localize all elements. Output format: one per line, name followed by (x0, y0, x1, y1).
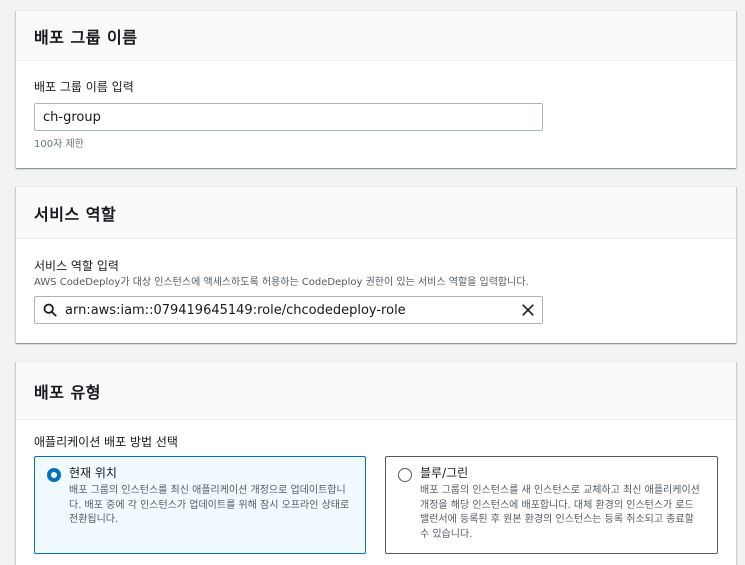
deployment-type-panel-body: 애플리케이션 배포 방법 선택 현재 위치 배포 그룹의 인스턴스를 최신 애플… (16, 420, 736, 565)
service-role-field-label: 서비스 역할 입력 (34, 259, 119, 273)
group-name-constraint-text: 100자 제한 (34, 139, 84, 150)
group-name-panel-header: 배포 그룹 이름 (16, 11, 736, 61)
close-icon[interactable] (521, 303, 535, 317)
in-place-radio[interactable] (47, 468, 61, 482)
group-name-input[interactable]: ch-group (34, 103, 543, 131)
group-name-panel: 배포 그룹 이름 배포 그룹 이름 입력 ch-group 100자 제한 (16, 10, 736, 168)
service-role-panel-header: 서비스 역할 (16, 187, 736, 239)
in-place-option-label: 현재 위치 (69, 466, 117, 480)
group-name-panel-body: 배포 그룹 이름 입력 ch-group 100자 제한 (16, 61, 736, 167)
service-role-panel-title: 서비스 역할 (34, 204, 117, 224)
deployment-type-panel: 배포 유형 애플리케이션 배포 방법 선택 현재 위치 배포 그룹의 인스턴스를… (16, 361, 736, 565)
group-name-field-label: 배포 그룹 이름 입력 (34, 80, 134, 94)
deployment-type-panel-header: 배포 유형 (16, 362, 736, 420)
deployment-option-in-place[interactable]: 현재 위치 배포 그룹의 인스턴스를 최신 애플리케이션 개정으로 업데이트합니… (34, 456, 366, 554)
search-icon (43, 303, 57, 317)
group-name-panel-title: 배포 그룹 이름 (34, 27, 138, 47)
service-role-panel-body: 서비스 역할 입력 AWS CodeDeploy가 대상 인스턴스에 액세스하도… (16, 239, 736, 343)
deployment-option-blue-green[interactable]: 블루/그린 배포 그룹의 인스턴스를 새 인스턴스로 교체하고 최신 애플리케이… (385, 456, 718, 554)
blue-green-option-description: 배포 그룹의 인스턴스를 새 인스턴스로 교체하고 최신 애플리케이션 개정을 … (420, 485, 700, 540)
service-role-panel: 서비스 역할 서비스 역할 입력 AWS CodeDeploy가 대상 인스턴스… (16, 186, 736, 343)
in-place-option-description: 배포 그룹의 인스턴스를 최신 애플리케이션 개정으로 업데이트합니다. 배포 … (69, 485, 350, 525)
deployment-method-field-label: 애플리케이션 배포 방법 선택 (34, 435, 178, 449)
service-role-description: AWS CodeDeploy가 대상 인스턴스에 액세스하도록 허용하는 Cod… (34, 277, 529, 288)
blue-green-radio[interactable] (398, 468, 412, 482)
service-role-input-value: arn:aws:iam::079419645149:role/chcodedep… (65, 302, 406, 318)
service-role-input[interactable]: arn:aws:iam::079419645149:role/chcodedep… (34, 296, 543, 324)
deployment-type-panel-title: 배포 유형 (34, 382, 101, 402)
blue-green-option-label: 블루/그린 (420, 466, 469, 480)
